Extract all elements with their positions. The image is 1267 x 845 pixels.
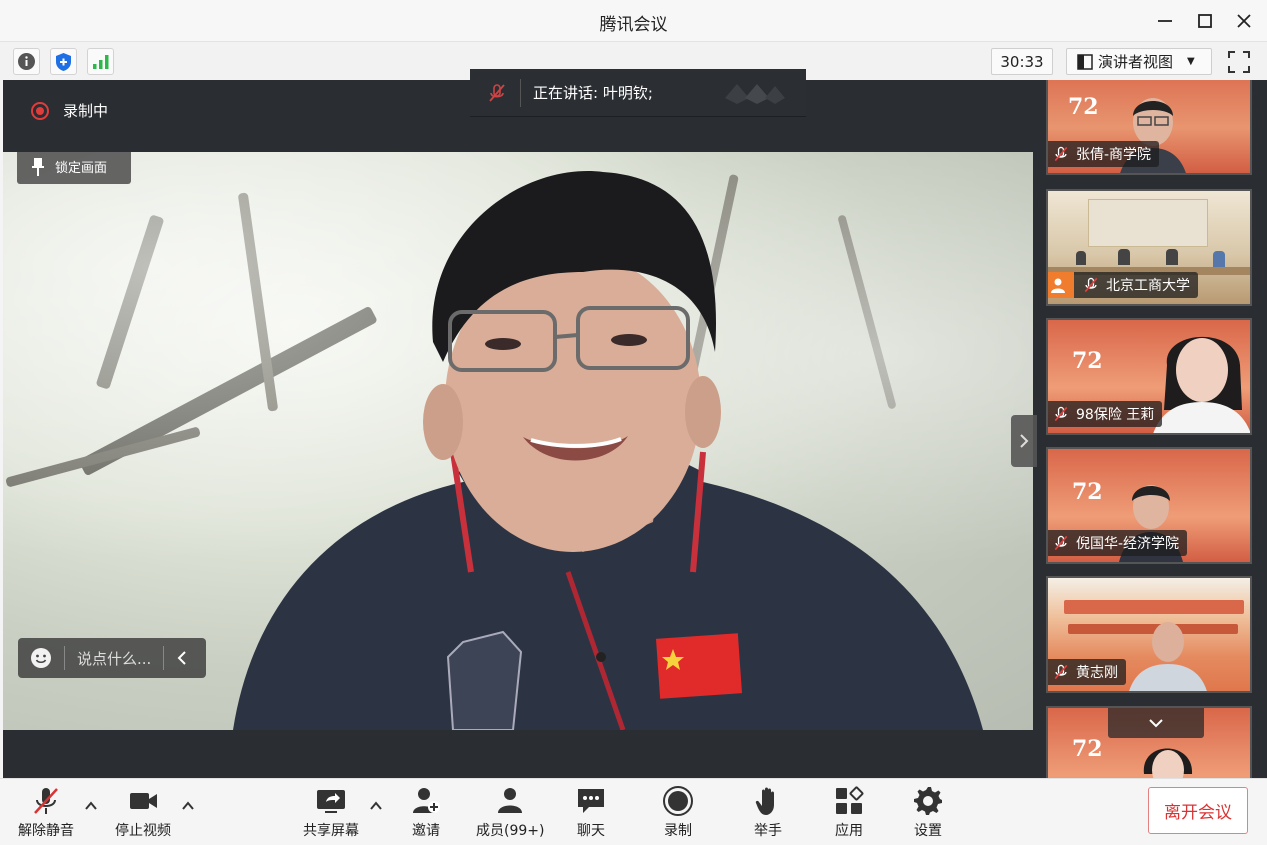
fullscreen-icon[interactable] bbox=[1226, 49, 1252, 75]
apps-label: 应用 bbox=[835, 823, 863, 839]
participant-name: 黄志刚 bbox=[1076, 665, 1118, 681]
participant-name-tag: 98保险 王莉 bbox=[1048, 401, 1163, 427]
speaker-video[interactable]: 锁定画面 说点什么... bbox=[3, 152, 1033, 730]
chat-placeholder: 说点什么... bbox=[77, 649, 152, 668]
minimize-icon[interactable] bbox=[1152, 9, 1178, 33]
mic-muted-icon bbox=[1084, 277, 1098, 293]
view-mode-label: 演讲者视图 bbox=[1098, 53, 1174, 71]
participant-tile[interactable]: 72 bbox=[1046, 706, 1252, 778]
title-bar: 腾讯会议 bbox=[0, 0, 1267, 42]
recording-label: 录制中 bbox=[63, 102, 109, 120]
meeting-window: 腾讯会议 30:33 演讲者视图 ▼ 录制中 正在讲话: 叶明钦; 锁定画面 说… bbox=[0, 0, 1267, 845]
recording-indicator: 录制中 bbox=[31, 100, 108, 121]
mic-muted-icon bbox=[1054, 146, 1068, 162]
chevron-up-icon[interactable] bbox=[84, 799, 98, 813]
pin-icon bbox=[32, 157, 44, 176]
chevron-up-icon[interactable] bbox=[181, 799, 195, 813]
active-speaker-text: 正在讲话: 叶明钦; bbox=[533, 84, 653, 102]
hand-icon bbox=[755, 787, 774, 815]
record-dot-icon bbox=[31, 101, 49, 120]
close-icon[interactable] bbox=[1231, 9, 1257, 33]
stop-video-label: 停止视频 bbox=[115, 823, 171, 839]
participant-tile[interactable]: 黄志刚 bbox=[1046, 576, 1252, 693]
camera-icon bbox=[130, 793, 157, 809]
meeting-toolbar: 解除静音 停止视频 共享屏幕 邀请 成员(99+) 聊天 录制 举手 应用 设置… bbox=[0, 778, 1267, 845]
record-icon bbox=[663, 786, 693, 816]
participant-name: 张倩-商学院 bbox=[1076, 147, 1152, 163]
invite-label: 邀请 bbox=[412, 823, 440, 839]
participant-tile[interactable]: 72 张倩-商学院 bbox=[1046, 80, 1252, 175]
participant-name: 倪国华-经济学院 bbox=[1076, 536, 1180, 552]
leave-meeting-button[interactable]: 离开会议 bbox=[1148, 787, 1248, 834]
share-screen-label: 共享屏幕 bbox=[303, 823, 359, 839]
unmute-label: 解除静音 bbox=[18, 823, 74, 839]
apps-button[interactable]: 应用 bbox=[833, 785, 865, 840]
layout-icon bbox=[1077, 53, 1093, 70]
meeting-timer: 30:33 bbox=[991, 48, 1053, 75]
scroll-down-button[interactable] bbox=[1108, 708, 1204, 738]
mic-muted-icon bbox=[34, 788, 58, 814]
chat-button[interactable]: 聊天 bbox=[575, 785, 607, 840]
collapse-rail-button[interactable] bbox=[1011, 415, 1037, 467]
invite-button[interactable]: 邀请 bbox=[410, 785, 442, 840]
participant-name-tag: 倪国华-经济学院 bbox=[1048, 530, 1188, 556]
avatar bbox=[1048, 272, 1074, 298]
members-icon bbox=[498, 788, 523, 813]
chat-icon bbox=[578, 789, 604, 813]
view-mode-select[interactable]: 演讲者视图 ▼ bbox=[1066, 48, 1212, 75]
participant-tile[interactable]: 72 98保险 王莉 bbox=[1046, 318, 1252, 435]
raise-hand-label: 举手 bbox=[754, 823, 782, 839]
info-icon[interactable] bbox=[13, 48, 40, 75]
speaker-stage: 录制中 正在讲话: 叶明钦; 锁定画面 说点什么... bbox=[3, 69, 1037, 778]
chevron-up-icon[interactable] bbox=[369, 799, 383, 813]
maximize-icon[interactable] bbox=[1192, 9, 1218, 33]
lock-view-button[interactable]: 锁定画面 bbox=[17, 152, 131, 184]
chat-label: 聊天 bbox=[577, 823, 605, 839]
participant-name-tag: 北京工商大学 bbox=[1048, 272, 1198, 298]
record-button[interactable]: 录制 bbox=[662, 785, 694, 840]
participant-name: 98保险 王莉 bbox=[1076, 407, 1155, 423]
record-label: 录制 bbox=[664, 823, 692, 839]
participant-name-tag: 张倩-商学院 bbox=[1048, 141, 1160, 167]
chevron-down-icon bbox=[1149, 719, 1163, 728]
user-icon bbox=[1051, 278, 1065, 293]
active-speaker-bar: 正在讲话: 叶明钦; bbox=[470, 69, 806, 117]
chevron-down-icon: ▼ bbox=[1187, 56, 1195, 67]
settings-label: 设置 bbox=[914, 823, 942, 839]
members-label: 成员(99+) bbox=[476, 823, 545, 839]
stop-video-button[interactable]: 停止视频 bbox=[115, 785, 171, 840]
chevron-right-icon bbox=[1020, 434, 1029, 448]
mic-muted-icon bbox=[489, 83, 505, 102]
chevron-left-icon[interactable] bbox=[176, 650, 188, 666]
participant-name: 北京工商大学 bbox=[1106, 278, 1190, 294]
participant-tile[interactable]: 72 倪国华-经济学院 bbox=[1046, 447, 1252, 564]
emoji-icon[interactable] bbox=[30, 647, 52, 669]
lock-view-label: 锁定画面 bbox=[55, 161, 108, 176]
mic-muted-icon bbox=[1054, 406, 1068, 422]
participant-tile[interactable]: 北京工商大学 bbox=[1046, 189, 1252, 306]
settings-button[interactable]: 设置 bbox=[912, 785, 944, 840]
members-button[interactable]: 成员(99+) bbox=[476, 785, 544, 840]
share-screen-icon bbox=[317, 790, 345, 813]
shield-icon[interactable] bbox=[50, 48, 77, 75]
unmute-button[interactable]: 解除静音 bbox=[18, 785, 74, 840]
mic-muted-icon bbox=[1054, 535, 1068, 551]
mic-muted-icon bbox=[1054, 664, 1068, 680]
raise-hand-button[interactable]: 举手 bbox=[752, 785, 784, 840]
window-title: 腾讯会议 bbox=[599, 15, 668, 35]
tencent-meeting-logo-icon bbox=[724, 83, 785, 104]
apps-icon bbox=[836, 786, 864, 814]
share-screen-button[interactable]: 共享屏幕 bbox=[303, 785, 359, 840]
participant-name-tag: 黄志刚 bbox=[1048, 659, 1126, 685]
signal-icon[interactable] bbox=[87, 48, 114, 75]
participant-rail: 72 张倩-商学院 北京工商大学 72 98保险 王莉 72 倪国华-经济学院 … bbox=[1033, 80, 1267, 778]
gear-icon bbox=[914, 787, 942, 815]
add-user-icon bbox=[413, 788, 440, 813]
quick-chat-input[interactable]: 说点什么... bbox=[18, 638, 206, 678]
